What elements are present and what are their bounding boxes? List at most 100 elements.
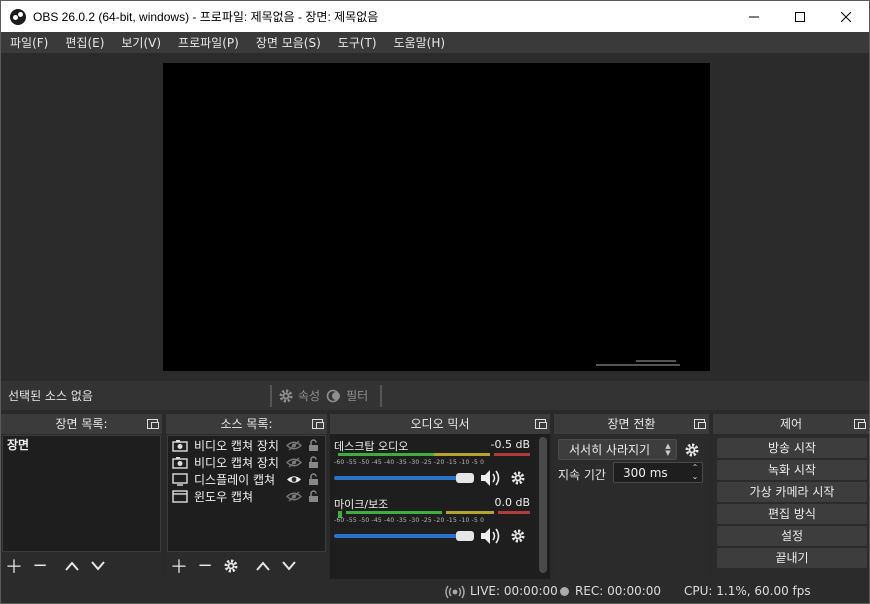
properties-button[interactable]: 속성 (278, 387, 320, 404)
audio-mixer-title: 오디오 믹서 (410, 417, 470, 431)
move-source-down-button[interactable] (276, 553, 302, 579)
plus-icon: ＋ (170, 556, 188, 578)
source-name: 디스플레이 캡쳐 (194, 473, 276, 487)
minus-icon: − (197, 555, 213, 576)
stepper-up-icon[interactable]: ⌃ (688, 463, 702, 472)
remove-scene-button[interactable]: − (27, 553, 53, 579)
duration-value: 300 ms (623, 465, 668, 480)
fader-handle[interactable] (456, 473, 474, 483)
duration-stepper[interactable]: ⌃ ⌄ (688, 463, 702, 482)
studio-mode-button[interactable]: 편집 방식 (717, 504, 867, 524)
menu-tools[interactable]: 도구(T) (329, 34, 385, 51)
menu-file[interactable]: 파일(F) (1, 34, 56, 51)
minimize-icon (749, 16, 759, 17)
meter-ticks: -60 -55 -50 -45 -40 -35 -30 -25 -20 -15 … (334, 459, 485, 466)
source-item[interactable]: 비디오 캡쳐 장치 (168, 454, 325, 471)
scene-item[interactable]: 장면 (3, 436, 160, 454)
mixer-track-desktop-audio: 데스크탑 오디오 -0.5 dB -60 -55 -50 -45 -40 -35… (334, 438, 530, 489)
move-scene-up-button[interactable] (59, 553, 85, 579)
source-item[interactable]: 디스플레이 캡쳐 (168, 471, 325, 488)
volume-fader[interactable] (334, 473, 474, 483)
close-button[interactable] (823, 1, 869, 32)
source-properties-button[interactable] (218, 553, 244, 579)
undock-icon[interactable] (312, 419, 324, 429)
move-source-up-button[interactable] (250, 553, 276, 579)
menu-help[interactable]: 도움말(H) (385, 34, 454, 51)
transition-selected: 서서히 사라지기 (569, 443, 651, 457)
add-source-button[interactable]: ＋ (166, 553, 192, 579)
menu-view[interactable]: 보기(V) (112, 34, 169, 51)
sources-dock: 소스 목록: 비디오 캡쳐 장치 비디오 캡쳐 장치 디스플레이 캡쳐 윈도우 … (166, 414, 327, 579)
lock-toggle[interactable] (305, 439, 321, 452)
visibility-toggle[interactable] (283, 490, 305, 503)
preview-canvas[interactable] (163, 63, 710, 371)
source-item[interactable]: 비디오 캡쳐 장치 (168, 437, 325, 454)
eye-icon (287, 476, 301, 483)
controls-title: 제어 (779, 417, 803, 431)
eye-hidden-icon (286, 440, 302, 451)
scene-list[interactable]: 장면 (2, 435, 161, 552)
menu-scene-collection[interactable]: 장면 모음(S) (247, 34, 329, 51)
scenes-dock: 장면 목록: 장면 ＋ − (1, 414, 162, 579)
lock-toggle[interactable] (305, 456, 321, 469)
menu-edit[interactable]: 편집(E) (56, 34, 112, 51)
visibility-toggle[interactable] (283, 439, 305, 452)
gear-icon[interactable] (684, 442, 700, 458)
status-bar: LIVE: 00:00:00 REC: 00:00:00 CPU: 1.1%, … (1, 580, 869, 603)
speaker-icon[interactable] (480, 469, 502, 487)
monitor-icon (172, 473, 188, 486)
lock-open-icon (308, 490, 318, 502)
stepper-down-icon[interactable]: ⌄ (688, 472, 702, 481)
preview-area (1, 53, 869, 381)
sources-dock-body: 비디오 캡쳐 장치 비디오 캡쳐 장치 디스플레이 캡쳐 윈도우 캡쳐 ＋ − (166, 434, 327, 579)
exit-button[interactable]: 끝내기 (717, 548, 867, 568)
move-scene-down-button[interactable] (85, 553, 111, 579)
controls-header: 제어 (713, 414, 869, 434)
transition-select[interactable]: 서서히 사라지기 ▲ ▼ (558, 439, 677, 460)
properties-label: 속성 (298, 389, 321, 403)
chevron-down-icon (282, 560, 296, 571)
lock-open-icon (308, 456, 318, 468)
toolbar-divider (270, 384, 272, 407)
undock-icon[interactable] (147, 419, 159, 429)
audio-mixer-header: 오디오 믹서 (330, 414, 550, 434)
remove-source-button[interactable]: − (192, 553, 218, 579)
obs-window: OBS 26.0.2 (64-bit, windows) - 프로파일: 제목없… (0, 0, 870, 604)
duration-label: 지속 기간 (558, 468, 606, 482)
lock-toggle[interactable] (305, 490, 321, 503)
maximize-button[interactable] (777, 1, 823, 32)
volume-fader[interactable] (334, 531, 474, 541)
combo-arrows-icon: ▲ ▼ (665, 442, 671, 457)
undock-icon[interactable] (694, 419, 706, 429)
visibility-toggle[interactable] (283, 473, 305, 486)
lock-toggle[interactable] (305, 473, 321, 486)
menu-profile[interactable]: 프로파일(P) (169, 34, 247, 51)
fader-handle[interactable] (456, 531, 474, 541)
filters-button[interactable]: 필터 (326, 387, 368, 404)
chevron-up-icon (65, 560, 79, 571)
start-recording-button[interactable]: 녹화 시작 (717, 460, 867, 480)
window-controls (731, 1, 869, 32)
undock-icon[interactable] (535, 419, 547, 429)
chevron-up-icon (256, 560, 270, 571)
camera-icon (172, 440, 188, 452)
close-icon (841, 11, 851, 22)
start-streaming-button[interactable]: 방송 시작 (717, 438, 867, 458)
visibility-toggle[interactable] (283, 456, 305, 469)
obs-logo-icon (10, 8, 26, 25)
add-scene-button[interactable]: ＋ (1, 553, 27, 579)
speaker-icon[interactable] (480, 527, 502, 545)
gear-icon[interactable] (510, 470, 526, 486)
start-virtual-camera-button[interactable]: 가상 카메라 시작 (717, 482, 867, 502)
lock-open-icon (308, 473, 318, 485)
gear-icon[interactable] (510, 528, 526, 544)
mixer-scrollbar[interactable] (539, 437, 547, 573)
minimize-button[interactable] (731, 1, 777, 32)
undock-icon[interactable] (854, 419, 866, 429)
settings-button[interactable]: 설정 (717, 526, 867, 546)
scenes-dock-body: 장면 ＋ − (1, 434, 162, 579)
meter-red-segment (498, 511, 530, 514)
source-item[interactable]: 윈도우 캡쳐 (168, 488, 325, 505)
source-list[interactable]: 비디오 캡쳐 장치 비디오 캡쳐 장치 디스플레이 캡쳐 윈도우 캡쳐 (167, 435, 326, 552)
scenes-dock-header: 장면 목록: (1, 414, 162, 434)
